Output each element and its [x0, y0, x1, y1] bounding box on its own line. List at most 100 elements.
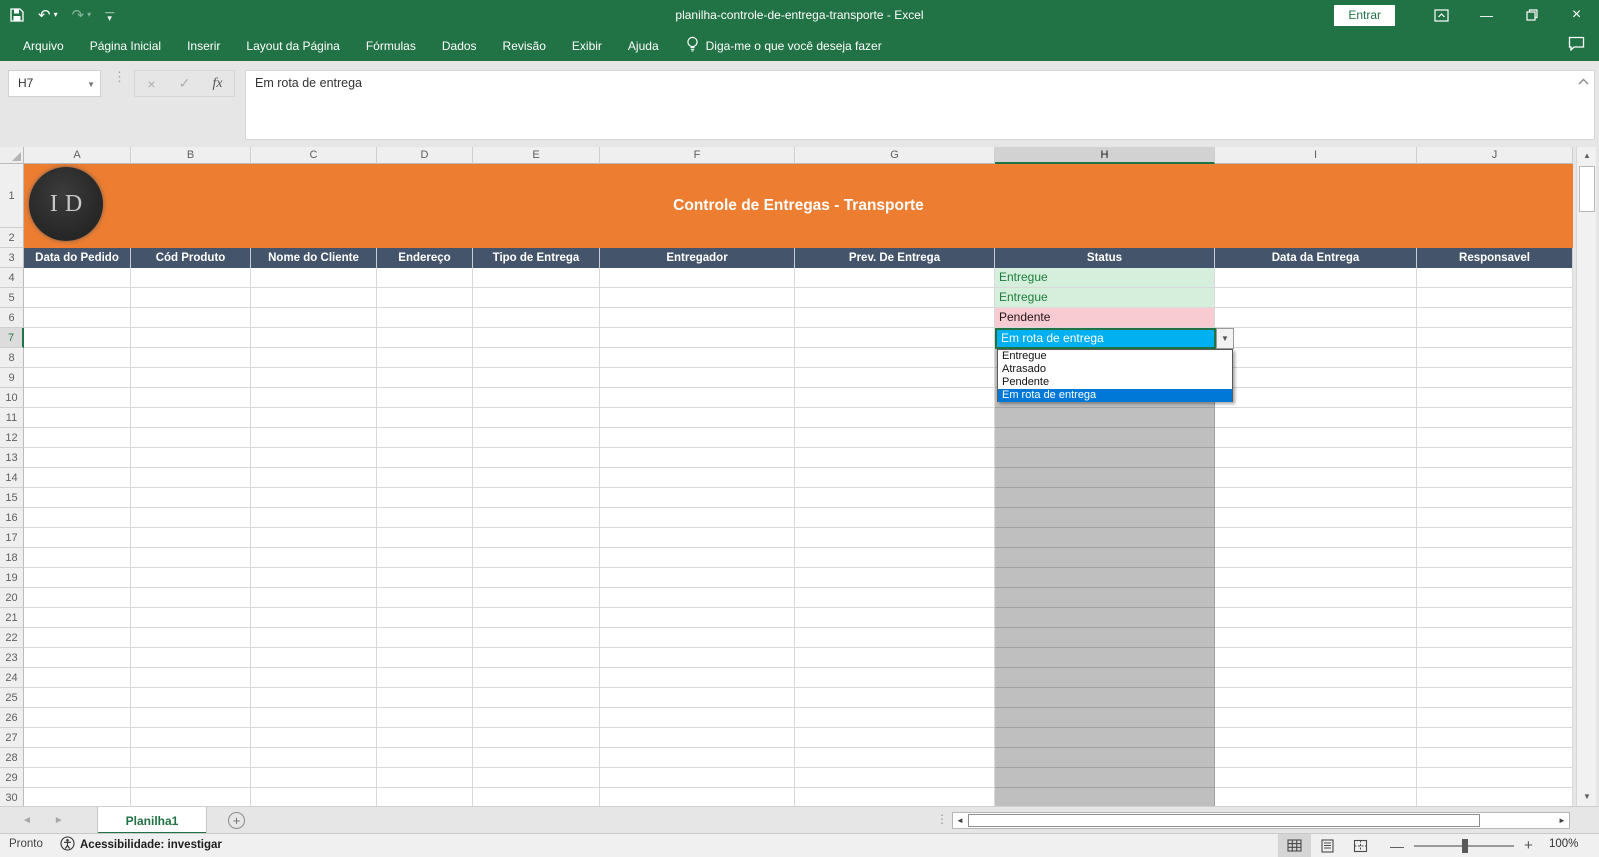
cell-C14[interactable] — [251, 468, 377, 488]
cell-G6[interactable] — [795, 308, 995, 328]
row-header-23[interactable]: 23 — [0, 648, 24, 668]
cell-G15[interactable] — [795, 488, 995, 508]
collapse-formula-bar-icon[interactable] — [1578, 77, 1589, 88]
ribbon-tab-página-inicial[interactable]: Página Inicial — [77, 30, 174, 61]
cell-B8[interactable] — [131, 348, 251, 368]
cell-G13[interactable] — [795, 448, 995, 468]
cell-E17[interactable] — [473, 528, 600, 548]
cell-E5[interactable] — [473, 288, 600, 308]
cell-D16[interactable] — [377, 508, 473, 528]
row-header-5[interactable]: 5 — [0, 288, 24, 308]
cell-G7[interactable] — [795, 328, 995, 348]
cell-A4[interactable] — [24, 268, 131, 288]
row-header-20[interactable]: 20 — [0, 588, 24, 608]
cell-B24[interactable] — [131, 668, 251, 688]
selected-cell-H7[interactable]: Em rota de entrega — [995, 328, 1216, 349]
cell-B7[interactable] — [131, 328, 251, 348]
accessibility-status[interactable]: Acessibilidade: investigar — [60, 836, 222, 854]
ribbon-tab-fórmulas[interactable]: Fórmulas — [353, 30, 429, 61]
cell-D7[interactable] — [377, 328, 473, 348]
cell-H23[interactable] — [995, 648, 1215, 668]
cell-E10[interactable] — [473, 388, 600, 408]
cell-D10[interactable] — [377, 388, 473, 408]
cell-B25[interactable] — [131, 688, 251, 708]
cell-F10[interactable] — [600, 388, 795, 408]
cell-I11[interactable] — [1215, 408, 1417, 428]
cell-A9[interactable] — [24, 368, 131, 388]
cell-E30[interactable] — [473, 788, 600, 806]
cell-J6[interactable] — [1417, 308, 1573, 328]
cell-G4[interactable] — [795, 268, 995, 288]
cell-C19[interactable] — [251, 568, 377, 588]
cell-D12[interactable] — [377, 428, 473, 448]
cell-H25[interactable] — [995, 688, 1215, 708]
cell-I19[interactable] — [1215, 568, 1417, 588]
cell-C9[interactable] — [251, 368, 377, 388]
select-all-corner[interactable] — [0, 147, 24, 164]
cell-A27[interactable] — [24, 728, 131, 748]
cell-D24[interactable] — [377, 668, 473, 688]
cell-A30[interactable] — [24, 788, 131, 806]
row-header-17[interactable]: 17 — [0, 528, 24, 548]
cell-J18[interactable] — [1417, 548, 1573, 568]
cell-I4[interactable] — [1215, 268, 1417, 288]
cell-F13[interactable] — [600, 448, 795, 468]
cell-D20[interactable] — [377, 588, 473, 608]
cell-J29[interactable] — [1417, 768, 1573, 788]
cell-B10[interactable] — [131, 388, 251, 408]
cell-E23[interactable] — [473, 648, 600, 668]
row-header-4[interactable]: 4 — [0, 268, 24, 288]
cell-J8[interactable] — [1417, 348, 1573, 368]
cell-H13[interactable] — [995, 448, 1215, 468]
cell-E12[interactable] — [473, 428, 600, 448]
cell-C5[interactable] — [251, 288, 377, 308]
cell-B6[interactable] — [131, 308, 251, 328]
cell-F17[interactable] — [600, 528, 795, 548]
cell-J27[interactable] — [1417, 728, 1573, 748]
cell-D18[interactable] — [377, 548, 473, 568]
column-header-F[interactable]: F — [600, 147, 795, 164]
column-header-E[interactable]: E — [473, 147, 600, 164]
cell-C27[interactable] — [251, 728, 377, 748]
cell-G12[interactable] — [795, 428, 995, 448]
cell-F29[interactable] — [600, 768, 795, 788]
cell-G14[interactable] — [795, 468, 995, 488]
cell-D21[interactable] — [377, 608, 473, 628]
view-normal-button[interactable] — [1278, 834, 1311, 857]
cell-I6[interactable] — [1215, 308, 1417, 328]
cell-C4[interactable] — [251, 268, 377, 288]
cell-A15[interactable] — [24, 488, 131, 508]
cell-B28[interactable] — [131, 748, 251, 768]
cell-B9[interactable] — [131, 368, 251, 388]
cell-J22[interactable] — [1417, 628, 1573, 648]
row-header-8[interactable]: 8 — [0, 348, 24, 368]
cell-F4[interactable] — [600, 268, 795, 288]
header-cell-J3[interactable]: Responsavel — [1417, 248, 1573, 268]
cell-H6[interactable]: Pendente — [995, 308, 1215, 328]
cell-B15[interactable] — [131, 488, 251, 508]
cell-G21[interactable] — [795, 608, 995, 628]
cell-H22[interactable] — [995, 628, 1215, 648]
cell-H14[interactable] — [995, 468, 1215, 488]
header-cell-E3[interactable]: Tipo de Entrega — [473, 248, 600, 268]
cell-E29[interactable] — [473, 768, 600, 788]
cell-E13[interactable] — [473, 448, 600, 468]
ribbon-tab-exibir[interactable]: Exibir — [559, 30, 615, 61]
cell-I18[interactable] — [1215, 548, 1417, 568]
cell-D26[interactable] — [377, 708, 473, 728]
cell-D17[interactable] — [377, 528, 473, 548]
cell-A6[interactable] — [24, 308, 131, 328]
cell-D25[interactable] — [377, 688, 473, 708]
prev-sheet-icon[interactable]: ◄ — [22, 815, 32, 826]
cell-J19[interactable] — [1417, 568, 1573, 588]
cell-G17[interactable] — [795, 528, 995, 548]
cell-B4[interactable] — [131, 268, 251, 288]
cell-G29[interactable] — [795, 768, 995, 788]
cell-F22[interactable] — [600, 628, 795, 648]
cell-C8[interactable] — [251, 348, 377, 368]
cell-A17[interactable] — [24, 528, 131, 548]
cell-D30[interactable] — [377, 788, 473, 806]
cell-C6[interactable] — [251, 308, 377, 328]
formula-input[interactable]: Em rota de entrega — [245, 70, 1595, 140]
header-cell-B3[interactable]: Cód Produto — [131, 248, 251, 268]
